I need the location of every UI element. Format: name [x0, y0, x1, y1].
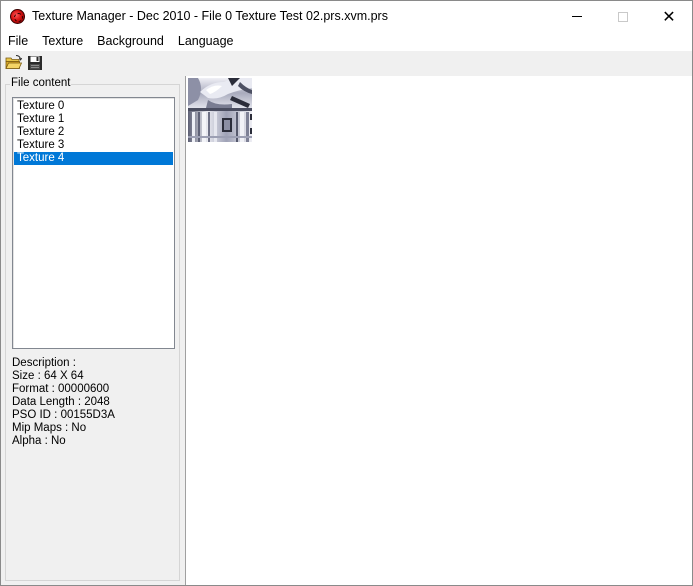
- folder-open-icon: [5, 55, 23, 69]
- save-file-button[interactable]: [26, 54, 44, 72]
- description-heading: Description :: [12, 357, 76, 369]
- menu-texture[interactable]: Texture: [35, 32, 90, 51]
- window-title: Texture Manager - Dec 2010 - File 0 Text…: [32, 9, 388, 23]
- menu-background[interactable]: Background: [90, 32, 171, 51]
- data-length-value: Data Length : 2048: [12, 396, 110, 408]
- texture-list-item-3[interactable]: Texture 3: [14, 139, 173, 152]
- maximize-button[interactable]: [600, 1, 646, 32]
- texture-list[interactable]: Texture 0 Texture 1 Texture 2 Texture 3 …: [12, 97, 175, 349]
- texture-list-item-1[interactable]: Texture 1: [14, 113, 173, 126]
- app-disc-icon: [10, 9, 25, 24]
- texture-list-item-4[interactable]: Texture 4: [14, 152, 173, 165]
- format-value: Format : 00000600: [12, 383, 110, 395]
- alpha-value: Alpha : No: [12, 435, 66, 447]
- menu-bar: File Texture Background Language: [1, 32, 692, 51]
- close-icon: ✕: [662, 7, 676, 26]
- minimize-button[interactable]: [554, 1, 600, 32]
- app-window: Texture Manager - Dec 2010 - File 0 Text…: [0, 0, 693, 586]
- texture-list-item-2[interactable]: Texture 2: [14, 126, 173, 139]
- toolbar: [1, 51, 692, 76]
- open-file-button[interactable]: [5, 54, 23, 72]
- texture-preview-image: [188, 78, 252, 142]
- texture-preview: [188, 78, 252, 142]
- floppy-disk-icon: [28, 56, 42, 70]
- size-value: Size : 64 X 64: [12, 370, 84, 382]
- title-bar[interactable]: Texture Manager - Dec 2010 - File 0 Text…: [1, 1, 692, 32]
- mip-maps-value: Mip Maps : No: [12, 422, 87, 434]
- texture-info: Description : Size : 64 X 64 Format : 00…: [12, 357, 115, 448]
- left-panel: File content Texture 0 Texture 1 Texture…: [1, 76, 186, 585]
- close-button[interactable]: ✕: [646, 1, 692, 32]
- menu-language[interactable]: Language: [171, 32, 241, 51]
- minimize-icon: [572, 16, 582, 17]
- pso-id-value: PSO ID : 00155D3A: [12, 409, 115, 421]
- file-content-label: File content: [10, 77, 72, 89]
- texture-list-item-0[interactable]: Texture 0: [14, 100, 173, 113]
- maximize-icon: [618, 11, 628, 22]
- menu-file[interactable]: File: [1, 32, 35, 51]
